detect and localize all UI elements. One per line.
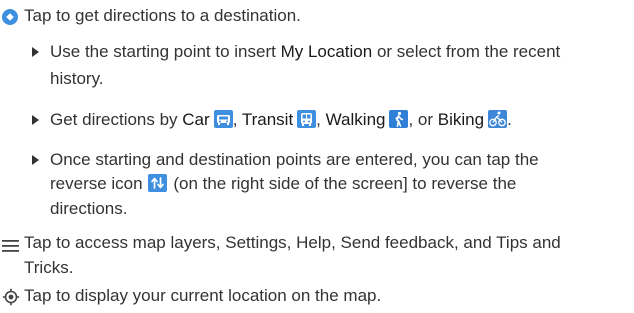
directions-icon — [2, 8, 18, 25]
car-label: Car — [182, 110, 210, 129]
bullet-arrow-icon — [32, 47, 39, 57]
bullet-arrow-icon — [32, 115, 39, 125]
bullet-reverse-line2: reverse icon (on the right side of the s… — [50, 172, 516, 196]
bullet-modes-line: Get directions by Car , Transit , Walkin… — [50, 108, 512, 132]
bullet-arrow-icon — [32, 155, 39, 165]
bullet-text: Use the starting point to insert — [50, 42, 281, 61]
menu-line1: Tap to access map layers, Settings, Help… — [24, 233, 561, 252]
bullet-text: (on the right side of the screen] to rev… — [168, 174, 517, 193]
bullet-text: , — [232, 110, 238, 129]
bullet-my-location-line2: history. — [50, 69, 104, 88]
directions-text: Tap to get directions to a destination. — [24, 6, 301, 25]
transit-label: Transit — [241, 110, 294, 129]
car-icon — [213, 110, 233, 128]
bullet-text: , or — [408, 110, 434, 129]
menu-line2: Tricks. — [24, 258, 74, 277]
my-location-label: My Location — [280, 42, 373, 61]
biking-icon — [488, 110, 508, 128]
bullet-text: . — [507, 110, 512, 129]
my-location-text: Tap to display your current location on … — [24, 286, 382, 305]
bullet-text: or select from the recent — [372, 42, 561, 61]
my-location-icon — [2, 288, 20, 306]
bullet-text: reverse icon — [50, 174, 143, 193]
walking-label: Walking — [325, 110, 386, 129]
reverse-icon — [147, 174, 167, 192]
walking-icon — [389, 110, 409, 128]
menu-icon — [2, 236, 19, 252]
transit-icon — [297, 110, 317, 128]
bullet-reverse-line1: Once starting and destination points are… — [50, 150, 539, 169]
bullet-text: , — [316, 110, 321, 129]
biking-label: Biking — [437, 110, 485, 129]
bullet-text: Get directions by — [50, 110, 183, 129]
bullet-reverse-line3: directions. — [50, 199, 128, 218]
bullet-my-location-line1: Use the starting point to insert My Loca… — [50, 40, 560, 64]
